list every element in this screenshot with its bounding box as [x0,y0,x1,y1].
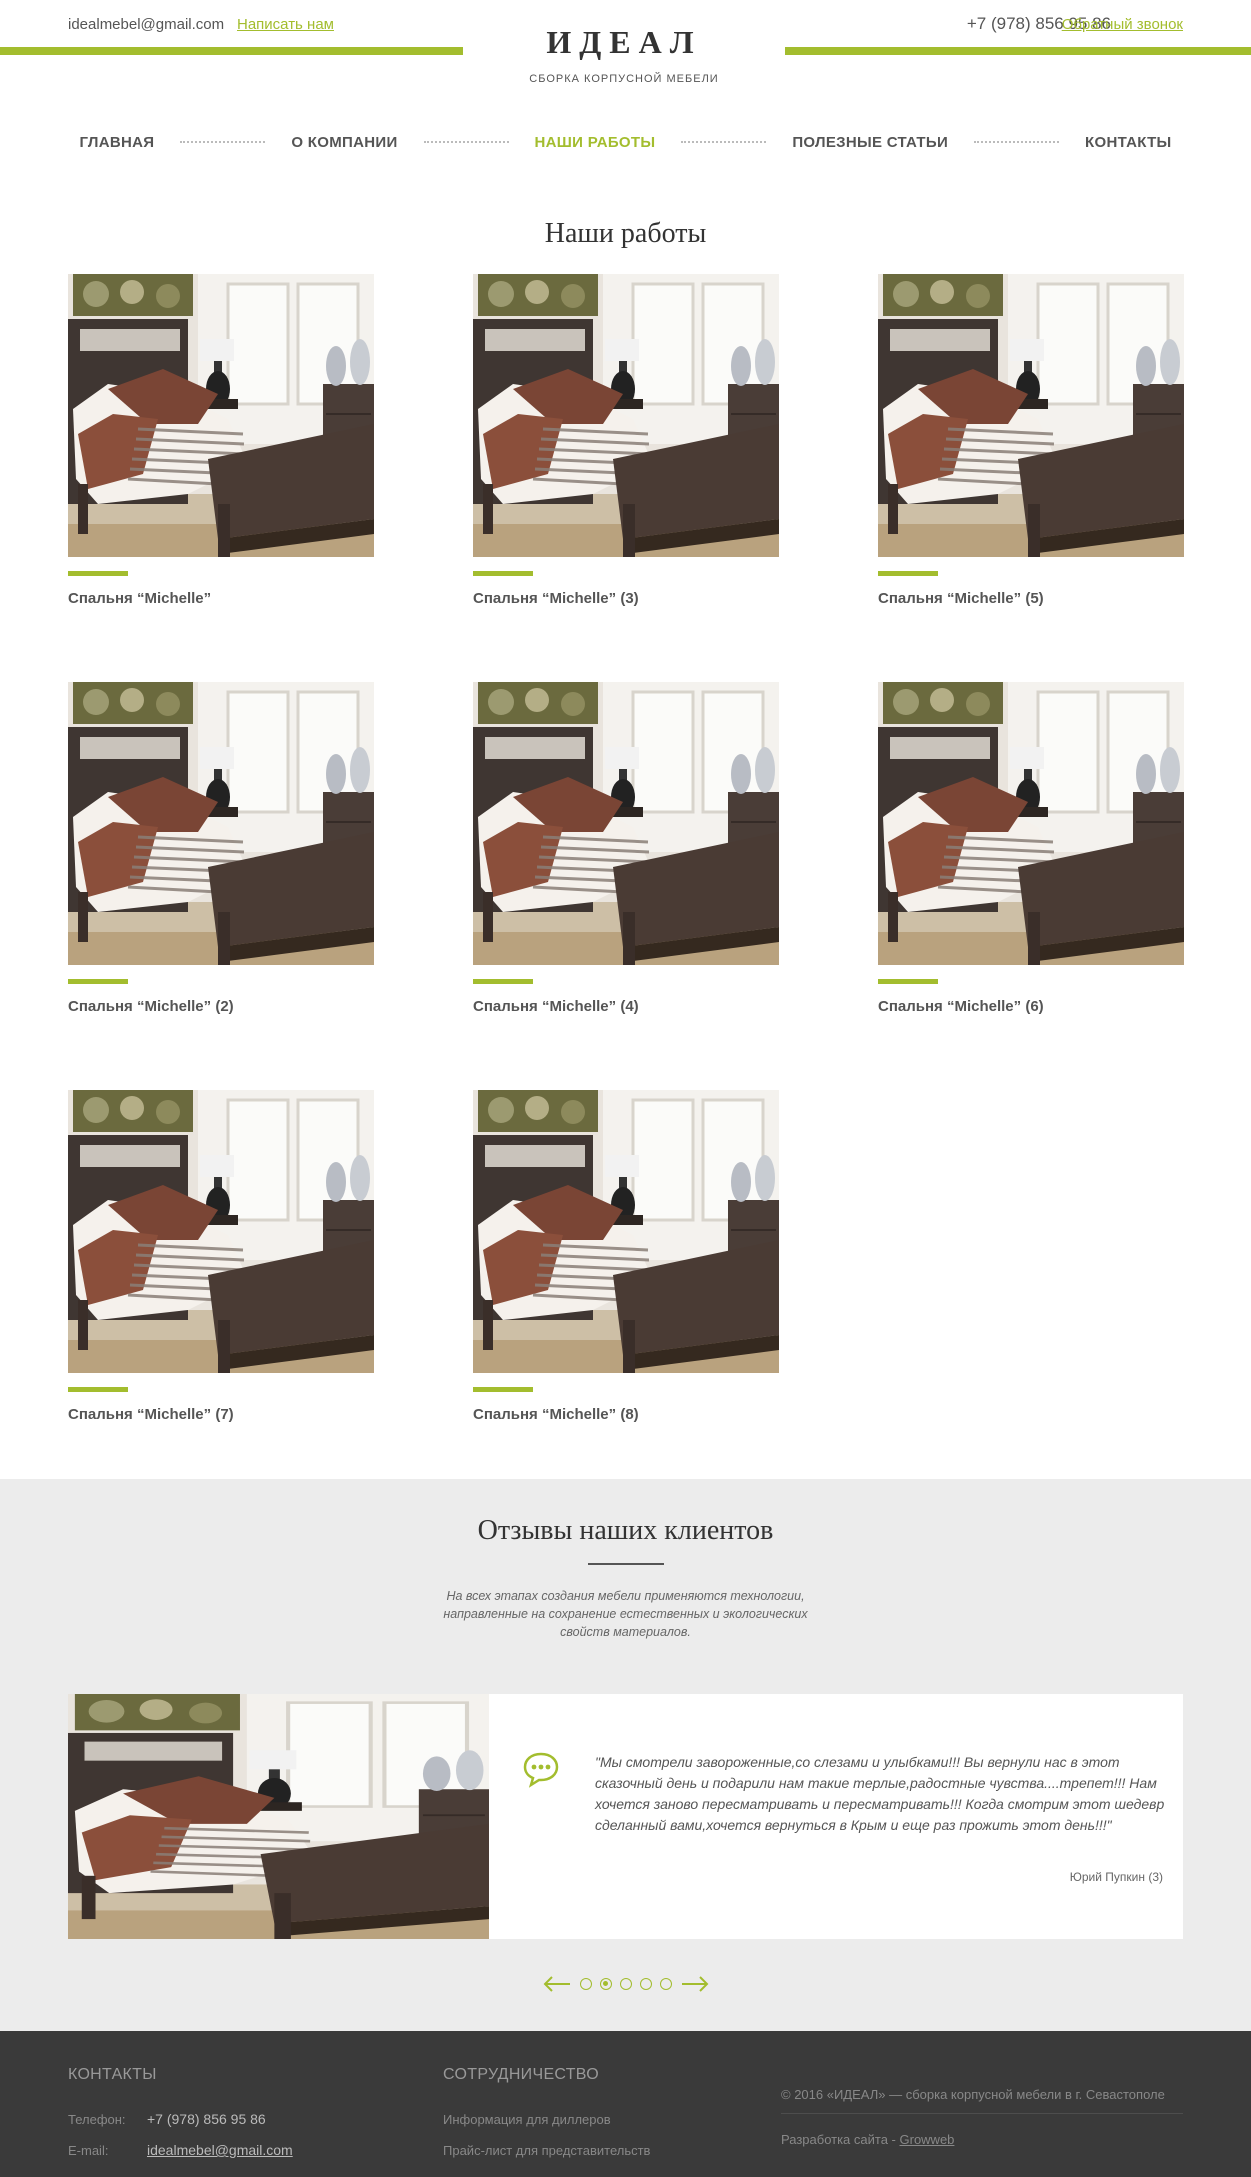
accent-bar [473,1387,533,1392]
accent-bar [68,571,128,576]
header-accent-line-right [785,47,1251,55]
site-footer: КОНТАКТЫ Телефон: +7 (978) 856 95 86 E-m… [0,2031,1251,2177]
footer-copyright: © 2016 «ИДЕАЛ» — сборка корпусной мебели… [781,2087,1165,2102]
callback-link[interactable]: Обратный звонок [1062,16,1183,33]
pager-dot[interactable] [659,1978,672,1990]
review-text: "Мы смотрели завороженные,со слезами и у… [595,1754,1165,1833]
header-email[interactable]: idealmebel@gmail.com [68,16,224,33]
work-card[interactable]: Спальня “Michelle” (7) [68,1090,374,1426]
accent-bar [878,571,938,576]
work-title[interactable]: Спальня “Michelle” (7) [68,1406,374,1426]
work-photo[interactable] [473,682,779,965]
footer-contacts-title: КОНТАКТЫ [68,2066,157,2083]
arrow-right-icon[interactable] [680,1974,710,1994]
site-header: idealmebel@gmail.com Написать нам +7 (97… [0,0,1251,130]
reviews-description: На всех этапах создания мебели применяют… [443,1589,808,1639]
work-title[interactable]: Спальня “Michelle” (8) [473,1406,779,1426]
footer-phone-label: Телефон: [68,2112,126,2127]
work-card[interactable]: Спальня “Michelle” (3) [473,274,779,610]
nav-item-contacts[interactable]: КОНТАКТЫ [1085,134,1171,151]
accent-bar [878,979,938,984]
work-card[interactable]: Спальня “Michelle” (5) [878,274,1184,610]
footer-divider [781,2113,1183,2114]
reviews-title: Отзывы наших клиентов [477,1515,774,1546]
work-title[interactable]: Спальня “Michelle” (2) [68,998,374,1018]
work-card[interactable]: Спальня “Michelle” (6) [878,682,1184,1018]
nav-separator [974,141,1060,143]
work-title[interactable]: Спальня “Michelle” (5) [878,590,1184,610]
nav-separator [423,141,509,143]
logo-title[interactable]: ИДЕАЛ [463,24,785,61]
nav-separator [681,141,767,143]
footer-email[interactable]: idealmebel@gmail.com [147,2142,293,2158]
work-card[interactable]: Спальня “Michelle” (4) [473,682,779,1018]
accent-bar [473,571,533,576]
work-card[interactable]: Спальня “Michelle” [68,274,374,610]
nav-item-home[interactable]: ГЛАВНАЯ [79,134,154,151]
pager-dot-active[interactable] [599,1978,612,1990]
footer-developer: Разработка сайта - Growweb [781,2132,954,2147]
nav-separator [180,141,266,143]
accent-bar [473,979,533,984]
nav-item-works[interactable]: НАШИ РАБОТЫ [535,134,656,151]
nav-item-articles[interactable]: ПОЛЕЗНЫЕ СТАТЬИ [792,134,948,151]
review-pager [0,1974,1251,1994]
nav-item-about[interactable]: О КОМПАНИИ [291,134,397,151]
pager-dot[interactable] [639,1978,652,1990]
pager-dot[interactable] [619,1978,632,1990]
title-underline [587,1563,664,1565]
accent-bar [68,1387,128,1392]
work-photo[interactable] [878,682,1184,965]
work-photo[interactable] [878,274,1184,557]
footer-phone[interactable]: +7 (978) 856 95 86 [147,2111,266,2127]
work-title[interactable]: Спальня “Michelle” (6) [878,998,1184,1018]
work-photo[interactable] [68,1090,374,1373]
work-title[interactable]: Спальня “Michelle” (4) [473,998,779,1018]
work-card[interactable]: Спальня “Michelle” (8) [473,1090,779,1426]
footer-email-label: E-mail: [68,2143,109,2158]
accent-bar [68,979,128,984]
work-title[interactable]: Спальня “Michelle” (3) [473,590,779,610]
works-grid: Спальня “Michelle” Спальня “Michelle” (3… [68,274,1251,1426]
works-section: Наши работы Спальня “Michelle” Спальня “… [0,218,1251,1426]
header-accent-line-left [0,47,463,55]
work-photo[interactable] [68,274,374,557]
footer-pricelist-link[interactable]: Прайс-лист для представительств [443,2143,650,2158]
arrow-left-icon[interactable] [542,1974,572,1994]
work-photo[interactable] [473,274,779,557]
review-author: Юрий Пупкин (3) [1069,1870,1163,1884]
review-card: "Мы смотрели завороженные,со слезами и у… [68,1694,1183,1939]
footer-dealers-link[interactable]: Информация для диллеров [443,2112,611,2127]
work-photo[interactable] [473,1090,779,1373]
footer-coop-title: СОТРУДНИЧЕСТВО [443,2066,599,2083]
work-title[interactable]: Спальня “Michelle” [68,590,374,610]
footer-dev-prefix: Разработка сайта - [781,2132,900,2147]
pager-dot[interactable] [579,1978,592,1990]
work-photo[interactable] [68,682,374,965]
chat-bubble-icon [522,1750,560,1788]
developer-link[interactable]: Growweb [900,2132,955,2147]
reviews-section: Отзывы наших клиентов На всех этапах соз… [0,1479,1251,2031]
write-us-link[interactable]: Написать нам [237,16,334,33]
page-title: Наши работы [544,218,707,249]
review-photo [68,1694,489,1939]
work-card[interactable]: Спальня “Michelle” (2) [68,682,374,1018]
main-nav: ГЛАВНАЯ О КОМПАНИИ НАШИ РАБОТЫ ПОЛЕЗНЫЕ … [0,130,1251,154]
logo-subtitle: СБОРКА КОРПУСНОЙ МЕБЕЛИ [529,73,719,85]
